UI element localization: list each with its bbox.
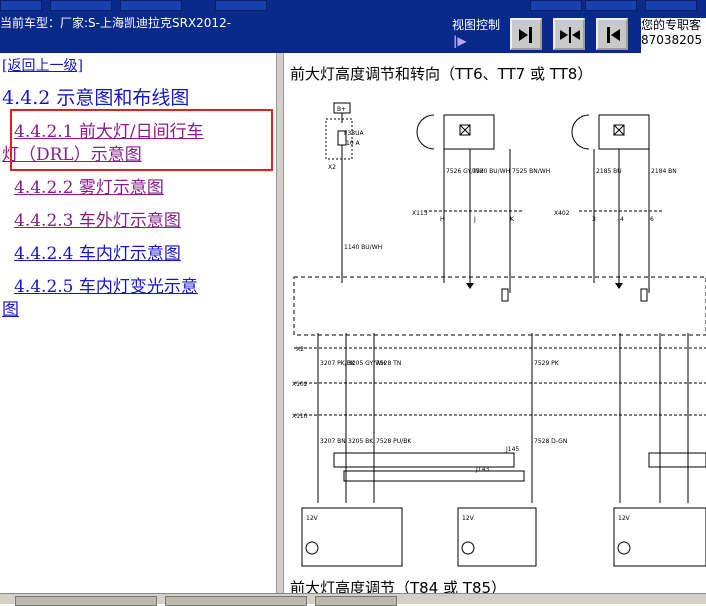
- svg-text:F38UA: F38UA: [344, 130, 364, 137]
- wiring-diagram: B+ F38UA 10 A X2 7526 GY/WH 7520 BU/WH 7…: [292, 102, 706, 567]
- top-tab[interactable]: [0, 0, 42, 11]
- vehicle-model-title: 当前车型：厂家:S-上海凯迪拉克SRX2012-: [0, 16, 232, 30]
- svg-text:12V: 12V: [306, 515, 319, 522]
- svg-text:J: J: [473, 216, 476, 223]
- svg-text:7528 D-GN: 7528 D-GN: [534, 438, 567, 445]
- svg-text:X110: X110: [292, 413, 308, 420]
- expand-right-button[interactable]: [510, 18, 542, 50]
- split-view-button[interactable]: [553, 18, 585, 50]
- top-tab[interactable]: [530, 0, 582, 11]
- svg-text:7528 PU/BK: 7528 PU/BK: [376, 438, 412, 445]
- status-bar: [0, 593, 706, 606]
- section-heading: 4.4.2 示意图和布线图: [2, 87, 190, 109]
- view-control-label: 视图控制: [452, 18, 501, 32]
- expand-left-button[interactable]: [596, 18, 628, 50]
- title-bar: 当前车型：厂家:S-上海凯迪拉克SRX2012- 视图控制 |▶ 您的专职客 8…: [0, 0, 706, 53]
- expand-right-icon: [519, 27, 532, 43]
- bottom-tab[interactable]: [15, 596, 157, 606]
- nav-item-interior-dimming-cont[interactable]: 图: [2, 295, 19, 320]
- bottom-tab[interactable]: [315, 596, 397, 606]
- svg-text:J145: J145: [505, 446, 519, 453]
- svg-text:B+: B+: [337, 106, 346, 113]
- view-arrow-icon: |▶: [453, 34, 467, 48]
- svg-text:7520 BU/WH: 7520 BU/WH: [472, 168, 510, 175]
- nav-item-fog-lamp[interactable]: 4.4.2.2 雾灯示意图: [14, 173, 164, 198]
- svg-text:X2: X2: [296, 346, 304, 353]
- fuse-block: B+ F38UA 10 A X2: [325, 102, 364, 193]
- top-tab[interactable]: [120, 0, 182, 11]
- left-actuator: 7526 GY/WH 7520 BU/WH 7525 BN/WH: [416, 114, 550, 193]
- expert-contact: 您的专职客 87038205: [641, 18, 706, 53]
- pane-splitter[interactable]: [276, 53, 284, 593]
- lower-harness: X2 X102 X110 3207 PK/BK 3205 GY/WH 7528 …: [292, 333, 706, 503]
- svg-text:3207 BN: 3207 BN: [320, 438, 346, 445]
- svg-text:12V: 12V: [462, 515, 475, 522]
- svg-text:J143: J143: [475, 466, 489, 473]
- svg-text:X402: X402: [554, 210, 570, 217]
- svg-text:10 A: 10 A: [346, 140, 361, 147]
- svg-text:7525 BN/WH: 7525 BN/WH: [512, 168, 550, 175]
- svg-text:X102: X102: [292, 381, 308, 388]
- svg-text:4: 4: [620, 216, 624, 223]
- svg-text:X113: X113: [412, 210, 428, 217]
- split-view-icon: [560, 27, 580, 43]
- svg-text:2185 BU: 2185 BU: [596, 168, 622, 175]
- top-tab[interactable]: [215, 0, 267, 11]
- svg-text:3205 BK: 3205 BK: [348, 438, 374, 445]
- nav-item-interior-lamp[interactable]: 4.4.2.4 车内灯示意图: [14, 239, 181, 264]
- svg-text:X2: X2: [328, 164, 336, 171]
- svg-text:2184 BN: 2184 BN: [651, 168, 677, 175]
- module-outline: [293, 276, 706, 336]
- top-tab[interactable]: [585, 0, 637, 11]
- top-tab-strip: [0, 0, 706, 11]
- right-actuator: 2185 BU 2184 BN: [571, 114, 677, 193]
- diagram-pane[interactable]: 前大灯高度调节和转向（TT6、TT7 或 TT8） B+ F38UA 10 A …: [284, 53, 706, 593]
- connector-row-1: X113 X402 H J K 3 4 6 1140 BU/WH: [341, 193, 664, 302]
- expand-left-icon: [607, 27, 620, 43]
- diagram-title-2: 前大灯高度调节（T84 或 T85）: [290, 579, 507, 593]
- top-tab[interactable]: [50, 0, 112, 11]
- svg-text:K: K: [510, 216, 515, 223]
- svg-text:12V: 12V: [618, 515, 631, 522]
- top-tab[interactable]: [645, 0, 697, 11]
- nav-item-exterior-lamp[interactable]: 4.4.2.3 车外灯示意图: [14, 206, 181, 231]
- bottom-tab[interactable]: [165, 596, 307, 606]
- nav-item-interior-dimming[interactable]: 4.4.2.5 车内灯变光示意: [14, 272, 198, 297]
- svg-text:7529 PK: 7529 PK: [534, 360, 560, 367]
- navigation-pane: [返回上一级] 4.4.2 示意图和布线图 4.4.2.1 前大灯/日间行车 灯…: [0, 53, 276, 593]
- svg-text:6: 6: [650, 216, 654, 223]
- svg-text:1140 BU/WH: 1140 BU/WH: [344, 244, 382, 251]
- selection-highlight-box: [10, 109, 273, 171]
- back-link[interactable]: [返回上一级]: [2, 55, 83, 75]
- lower-modules: 12V 12V 12V: [301, 507, 706, 567]
- svg-text:7528 TN: 7528 TN: [376, 360, 401, 367]
